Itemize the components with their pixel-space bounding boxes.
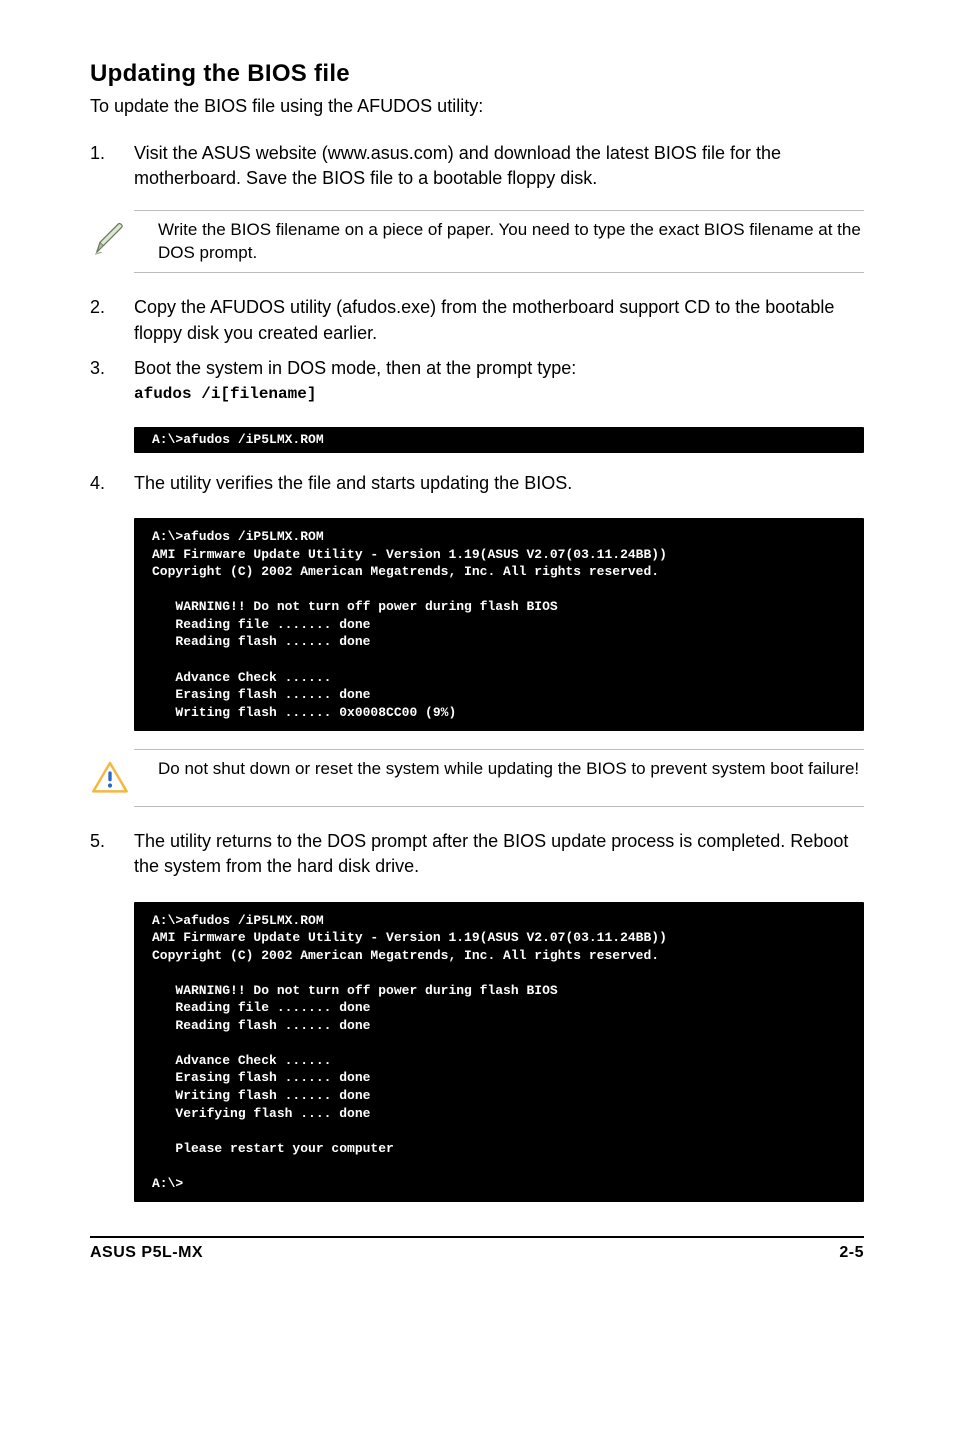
step-number: 3. [90, 356, 134, 406]
steps-list-cont: 2. Copy the AFUDOS utility (afudos.exe) … [90, 295, 864, 405]
step-number: 4. [90, 471, 134, 496]
step-3-code: afudos /i[filename] [134, 383, 864, 405]
step-text: The utility returns to the DOS prompt af… [134, 829, 864, 879]
page-container: Updating the BIOS file To update the BIO… [0, 0, 954, 1292]
terminal-block-3: A:\>afudos /iP5LMX.ROM AMI Firmware Upda… [134, 902, 864, 1203]
footer-right: 2-5 [839, 1244, 864, 1262]
step-number: 5. [90, 829, 134, 879]
step-3: 3. Boot the system in DOS mode, then at … [90, 356, 864, 406]
pencil-icon [90, 219, 138, 259]
step-text: Copy the AFUDOS utility (afudos.exe) fro… [134, 295, 864, 345]
step-5: 5. The utility returns to the DOS prompt… [90, 829, 864, 879]
steps-list: 1. Visit the ASUS website (www.asus.com)… [90, 141, 864, 191]
step-number: 2. [90, 295, 134, 345]
warning-callout: Do not shut down or reset the system whi… [134, 749, 864, 807]
page-footer: ASUS P5L-MX 2-5 [90, 1236, 864, 1262]
step-number: 1. [90, 141, 134, 191]
note-callout: Write the BIOS filename on a piece of pa… [134, 210, 864, 274]
step-2: 2. Copy the AFUDOS utility (afudos.exe) … [90, 295, 864, 345]
terminal-block-2: A:\>afudos /iP5LMX.ROM AMI Firmware Upda… [134, 518, 864, 731]
intro-text: To update the BIOS file using the AFUDOS… [90, 94, 864, 119]
footer-left: ASUS P5L-MX [90, 1244, 203, 1262]
steps-list-cont3: 5. The utility returns to the DOS prompt… [90, 829, 864, 879]
step-1: 1. Visit the ASUS website (www.asus.com)… [90, 141, 864, 191]
step-3-text: Boot the system in DOS mode, then at the… [134, 358, 576, 378]
note-text: Write the BIOS filename on a piece of pa… [158, 219, 864, 265]
step-text: The utility verifies the file and starts… [134, 471, 864, 496]
step-4: 4. The utility verifies the file and sta… [90, 471, 864, 496]
terminal-block-1: A:\>afudos /iP5LMX.ROM [134, 427, 864, 453]
section-title: Updating the BIOS file [90, 60, 864, 88]
step-text: Visit the ASUS website (www.asus.com) an… [134, 141, 864, 191]
step-text: Boot the system in DOS mode, then at the… [134, 356, 864, 406]
warning-icon [90, 758, 138, 798]
steps-list-cont2: 4. The utility verifies the file and sta… [90, 471, 864, 496]
warning-text: Do not shut down or reset the system whi… [158, 758, 864, 781]
